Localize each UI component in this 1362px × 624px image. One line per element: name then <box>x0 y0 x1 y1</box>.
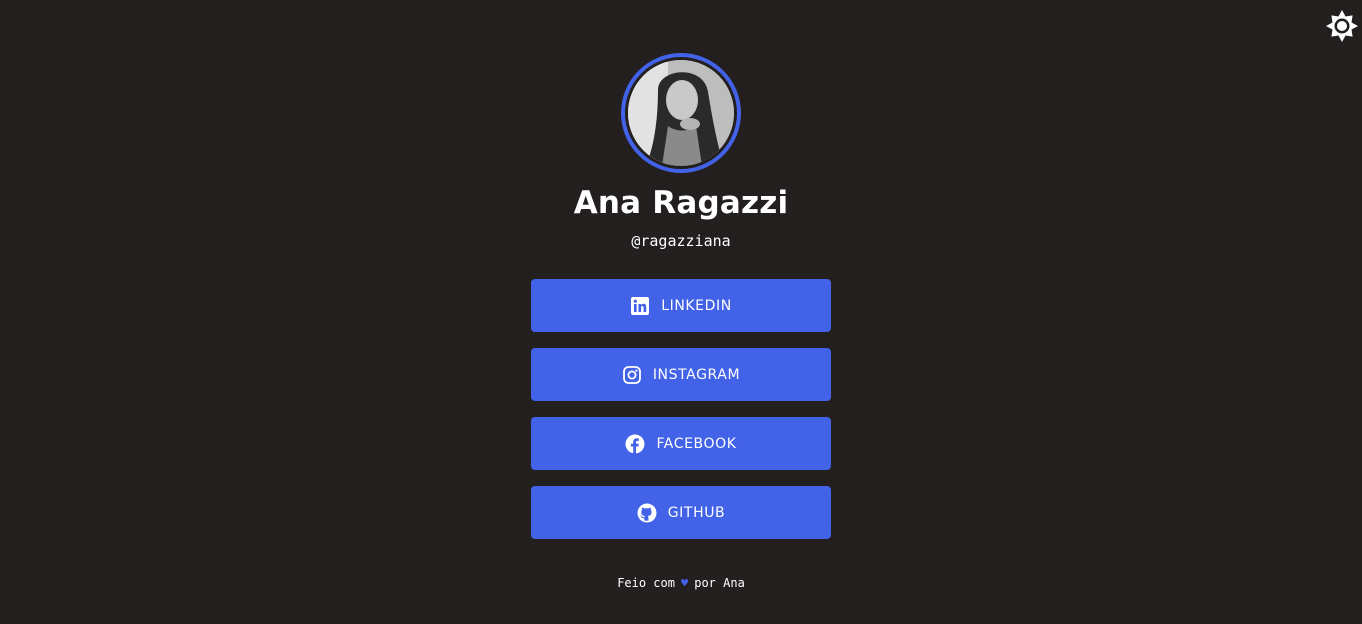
github-label: GITHUB <box>667 504 726 521</box>
profile-card: Ana Ragazzi @ragazziana LINKEDIN INSTAGR… <box>0 0 1362 591</box>
heart-icon: ♥ <box>680 576 689 590</box>
facebook-button[interactable]: FACEBOOK <box>531 417 831 470</box>
instagram-button[interactable]: INSTAGRAM <box>531 348 831 401</box>
facebook-icon <box>625 434 645 454</box>
linkedin-button[interactable]: LINKEDIN <box>531 279 831 332</box>
profile-name: Ana Ragazzi <box>573 185 789 221</box>
instagram-label: INSTAGRAM <box>652 366 741 383</box>
facebook-label: FACEBOOK <box>656 435 737 452</box>
social-links: LINKEDIN INSTAGRAM FACEBOOK GITHUB <box>531 279 831 539</box>
avatar-photo <box>628 60 734 166</box>
linkedin-label: LINKEDIN <box>661 297 732 314</box>
avatar <box>621 53 741 173</box>
github-icon <box>637 503 657 523</box>
footer-prefix: Feio com <box>617 576 675 590</box>
instagram-icon <box>622 365 642 385</box>
avatar-silhouette <box>628 60 734 166</box>
github-button[interactable]: GITHUB <box>531 486 831 539</box>
linkedin-icon <box>630 296 650 316</box>
profile-handle: @ragazziana <box>631 232 731 250</box>
footer-suffix: por Ana <box>694 576 745 590</box>
footer: Feio com ♥ por Ana <box>617 575 745 591</box>
